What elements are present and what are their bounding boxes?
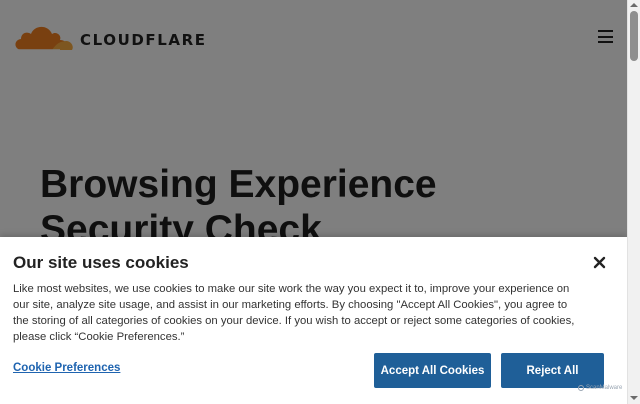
cookie-preferences-link[interactable]: Cookie Preferences <box>13 362 120 374</box>
powered-by-text: ScanMalware <box>586 385 623 391</box>
scroll-up-arrow-icon[interactable] <box>630 3 638 7</box>
scanmalware-icon <box>578 385 584 391</box>
accept-all-cookies-button[interactable]: Accept All Cookies <box>374 353 491 388</box>
scroll-down-arrow-icon[interactable] <box>630 396 638 400</box>
cookie-banner-description: Like most websites, we use cookies to ma… <box>13 283 575 343</box>
vertical-scrollbar[interactable] <box>627 0 640 404</box>
close-icon[interactable] <box>591 254 609 272</box>
page: CLOUDFLARE Browsing Experience Security … <box>0 0 627 404</box>
powered-by-badge: ScanMalware <box>578 385 622 391</box>
scrollbar-thumb[interactable] <box>630 11 638 61</box>
cookie-banner: Our site uses cookies Like most websites… <box>0 237 627 404</box>
close-x-icon <box>593 256 606 269</box>
reject-all-button[interactable]: Reject All <box>501 353 604 388</box>
cookie-banner-title: Our site uses cookies <box>13 253 189 272</box>
